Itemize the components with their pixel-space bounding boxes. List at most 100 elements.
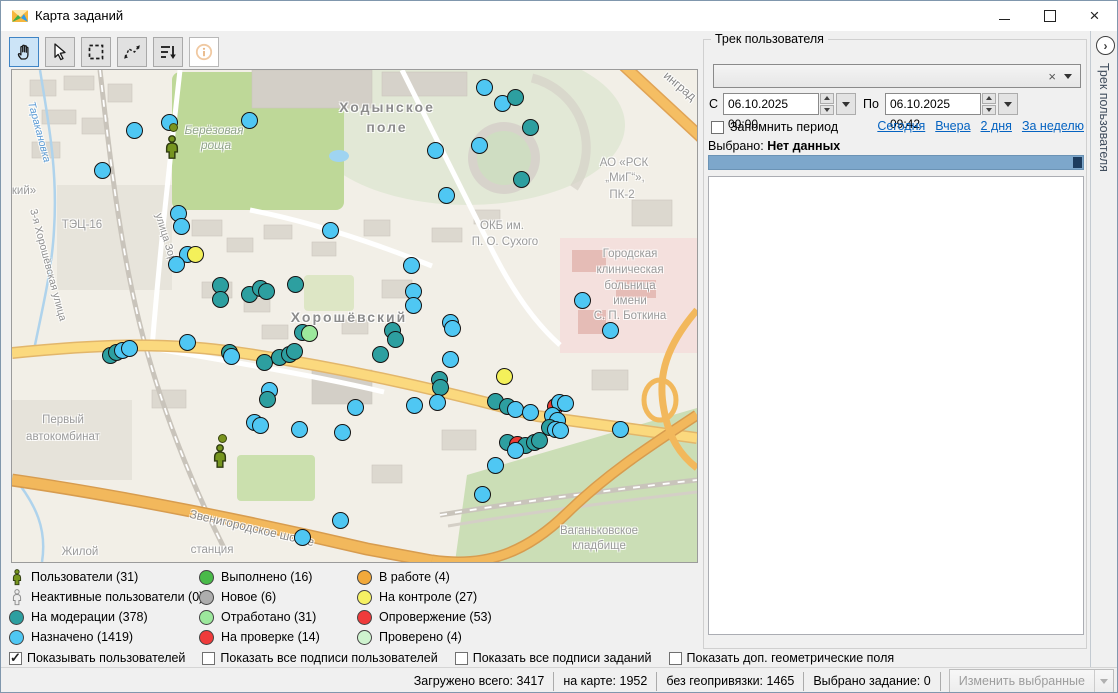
legend-label: Проверено (4) <box>379 630 462 644</box>
task-marker[interactable] <box>403 257 420 274</box>
task-marker[interactable] <box>241 112 258 129</box>
task-marker[interactable] <box>444 320 461 337</box>
display-option[interactable]: Показать все подписи пользователей <box>202 651 437 665</box>
close-button[interactable]: × <box>1072 1 1117 30</box>
task-marker[interactable] <box>471 137 488 154</box>
to-spinner[interactable] <box>982 93 996 115</box>
clear-icon[interactable]: × <box>1048 70 1056 83</box>
option-checkbox[interactable] <box>669 652 682 665</box>
title-bar[interactable]: Карта заданий × <box>1 1 1117 31</box>
sort-tool-button[interactable] <box>153 37 183 67</box>
task-marker[interactable] <box>187 246 204 263</box>
to-datetime-input[interactable]: 06.10.2025 09:42 <box>885 93 981 115</box>
task-marker[interactable] <box>334 424 351 441</box>
panel-expander-button[interactable]: › <box>1096 36 1115 55</box>
task-marker[interactable] <box>168 256 185 273</box>
task-marker[interactable] <box>602 322 619 339</box>
select-tool-button[interactable] <box>45 37 75 67</box>
task-marker[interactable] <box>612 421 629 438</box>
rect-select-tool-button[interactable] <box>81 37 111 67</box>
option-checkbox[interactable] <box>202 652 215 665</box>
task-marker[interactable] <box>322 222 339 239</box>
task-marker[interactable] <box>212 291 229 308</box>
task-marker[interactable] <box>256 354 273 371</box>
from-datetime-input[interactable]: 06.10.2025 00:00 <box>723 93 819 115</box>
track-progress-handle[interactable] <box>1073 157 1082 168</box>
task-marker[interactable] <box>438 187 455 204</box>
user-dot-marker[interactable] <box>218 434 227 443</box>
task-marker[interactable] <box>496 368 513 385</box>
task-marker[interactable] <box>332 512 349 529</box>
option-checkbox[interactable] <box>455 652 468 665</box>
display-option[interactable]: Показать доп. геометрические поля <box>669 651 895 665</box>
task-marker[interactable] <box>552 422 569 439</box>
task-marker[interactable] <box>513 171 530 188</box>
chevron-down-icon <box>1004 102 1012 107</box>
task-marker[interactable] <box>476 79 493 96</box>
task-marker[interactable] <box>372 346 389 363</box>
task-marker[interactable] <box>258 283 275 300</box>
edit-selected-button[interactable]: Изменить выбранные <box>949 669 1114 693</box>
side-tab-label[interactable]: Трек пользователя <box>1097 63 1111 172</box>
task-marker[interactable] <box>173 218 190 235</box>
task-marker[interactable] <box>432 379 449 396</box>
task-marker[interactable] <box>126 122 143 139</box>
task-marker[interactable] <box>405 297 422 314</box>
user-marker[interactable] <box>211 444 229 472</box>
quick-period-link[interactable]: 2 дня <box>981 119 1012 133</box>
task-marker[interactable] <box>507 89 524 106</box>
user-marker[interactable] <box>163 135 181 163</box>
user-combobox[interactable]: × <box>713 64 1081 88</box>
user-icon <box>9 569 24 586</box>
task-marker[interactable] <box>507 401 524 418</box>
option-checkbox[interactable] <box>9 652 22 665</box>
task-marker[interactable] <box>287 276 304 293</box>
task-marker[interactable] <box>427 142 444 159</box>
display-option[interactable]: Показать все подписи заданий <box>455 651 652 665</box>
status-circle-icon <box>357 610 372 625</box>
track-progress-bar[interactable] <box>708 155 1084 170</box>
task-marker[interactable] <box>121 340 138 357</box>
task-marker[interactable] <box>259 391 276 408</box>
task-marker[interactable] <box>557 395 574 412</box>
edit-selected-dropdown[interactable] <box>1094 670 1113 692</box>
task-marker[interactable] <box>507 442 524 459</box>
remember-period-checkbox[interactable] <box>711 121 724 134</box>
task-marker[interactable] <box>442 351 459 368</box>
task-marker[interactable] <box>347 399 364 416</box>
info-tool-button[interactable] <box>189 37 219 67</box>
quick-period-link[interactable]: Вчера <box>935 119 970 133</box>
task-marker[interactable] <box>252 417 269 434</box>
quick-period-link[interactable]: Сегодня <box>877 119 925 133</box>
quick-period-link[interactable]: За неделю <box>1022 119 1084 133</box>
user-dot-marker[interactable] <box>169 123 178 132</box>
chevron-down-icon[interactable] <box>1064 74 1072 79</box>
task-marker[interactable] <box>474 486 491 503</box>
to-calendar-button[interactable] <box>998 93 1018 115</box>
task-marker[interactable] <box>487 457 504 474</box>
task-marker[interactable] <box>179 334 196 351</box>
legend-item: На проверке (14) <box>199 627 320 647</box>
minimize-button[interactable] <box>982 1 1027 30</box>
task-marker[interactable] <box>223 348 240 365</box>
from-spinner[interactable] <box>820 93 834 115</box>
task-marker[interactable] <box>301 325 318 342</box>
task-marker[interactable] <box>429 394 446 411</box>
track-list[interactable] <box>708 176 1084 635</box>
maximize-button[interactable] <box>1027 1 1072 30</box>
from-calendar-button[interactable] <box>836 93 856 115</box>
task-marker[interactable] <box>531 432 548 449</box>
task-marker[interactable] <box>94 162 111 179</box>
task-marker[interactable] <box>291 421 308 438</box>
task-marker[interactable] <box>286 343 303 360</box>
task-marker[interactable] <box>522 119 539 136</box>
task-marker[interactable] <box>406 397 423 414</box>
polygon-select-tool-button[interactable] <box>117 37 147 67</box>
task-marker[interactable] <box>294 529 311 546</box>
task-marker[interactable] <box>574 292 591 309</box>
map-canvas[interactable]: кий»3-я Хорошёвская улицаТаракановкаТЭЦ-… <box>11 69 698 563</box>
task-marker[interactable] <box>522 404 539 421</box>
display-option[interactable]: Показывать пользователей <box>9 651 185 665</box>
pan-tool-button[interactable] <box>9 37 39 67</box>
task-marker[interactable] <box>387 331 404 348</box>
